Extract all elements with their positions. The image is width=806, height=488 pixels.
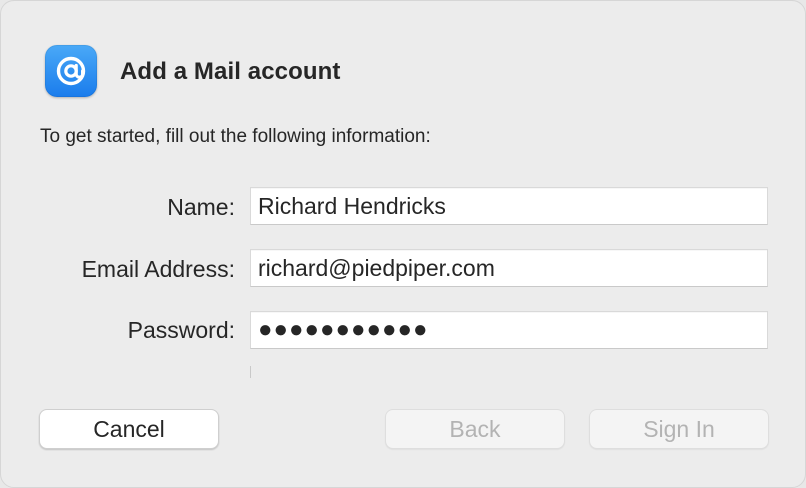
mail-at-sign-icon [45, 45, 97, 97]
cancel-button[interactable]: Cancel [39, 409, 219, 449]
add-mail-account-dialog: Add a Mail account To get started, fill … [0, 0, 806, 488]
email-label: Email Address: [81, 256, 235, 282]
sign-in-button[interactable]: Sign In [589, 409, 769, 449]
dialog-title: Add a Mail account [120, 58, 341, 85]
back-button[interactable]: Back [385, 409, 565, 449]
text-cursor [250, 366, 251, 378]
name-field[interactable]: Richard Hendricks [250, 187, 768, 225]
dialog-subtitle: To get started, fill out the following i… [40, 126, 431, 147]
email-field[interactable]: richard@piedpiper.com [250, 249, 768, 287]
password-label: Password: [127, 317, 235, 343]
name-label: Name: [167, 194, 235, 220]
password-field[interactable]: ●●●●●●●●●●● [250, 311, 768, 349]
